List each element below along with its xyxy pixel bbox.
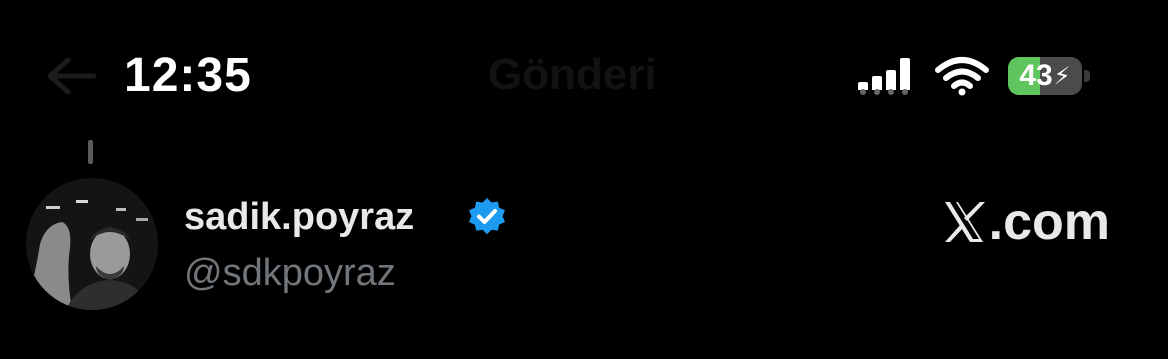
thread-connector-line — [88, 140, 93, 164]
x-logo-icon — [944, 202, 985, 242]
status-bar: 12:35 Gönderi 43 ⚡ — [0, 0, 1168, 150]
status-time: 12:35 — [124, 49, 252, 102]
back-arrow-icon[interactable] — [40, 52, 100, 100]
battery-indicator: 43 ⚡ — [1008, 57, 1082, 95]
cellular-signal-icon — [856, 56, 918, 96]
user-handle[interactable]: @sdkpoyraz — [184, 252, 396, 295]
user-display-name[interactable]: sadik.poyraz — [184, 196, 414, 239]
battery-cap — [1084, 70, 1090, 82]
x-dot-com-brand: .com — [941, 192, 1110, 252]
page-title: Gönderi — [488, 50, 657, 99]
brand-domain-text: .com — [988, 193, 1110, 251]
verified-badge-icon — [466, 196, 508, 238]
battery-percent: 43 — [1019, 59, 1053, 92]
avatar[interactable] — [26, 178, 158, 310]
charging-bolt-icon: ⚡ — [1053, 62, 1071, 90]
wifi-icon — [934, 56, 990, 96]
